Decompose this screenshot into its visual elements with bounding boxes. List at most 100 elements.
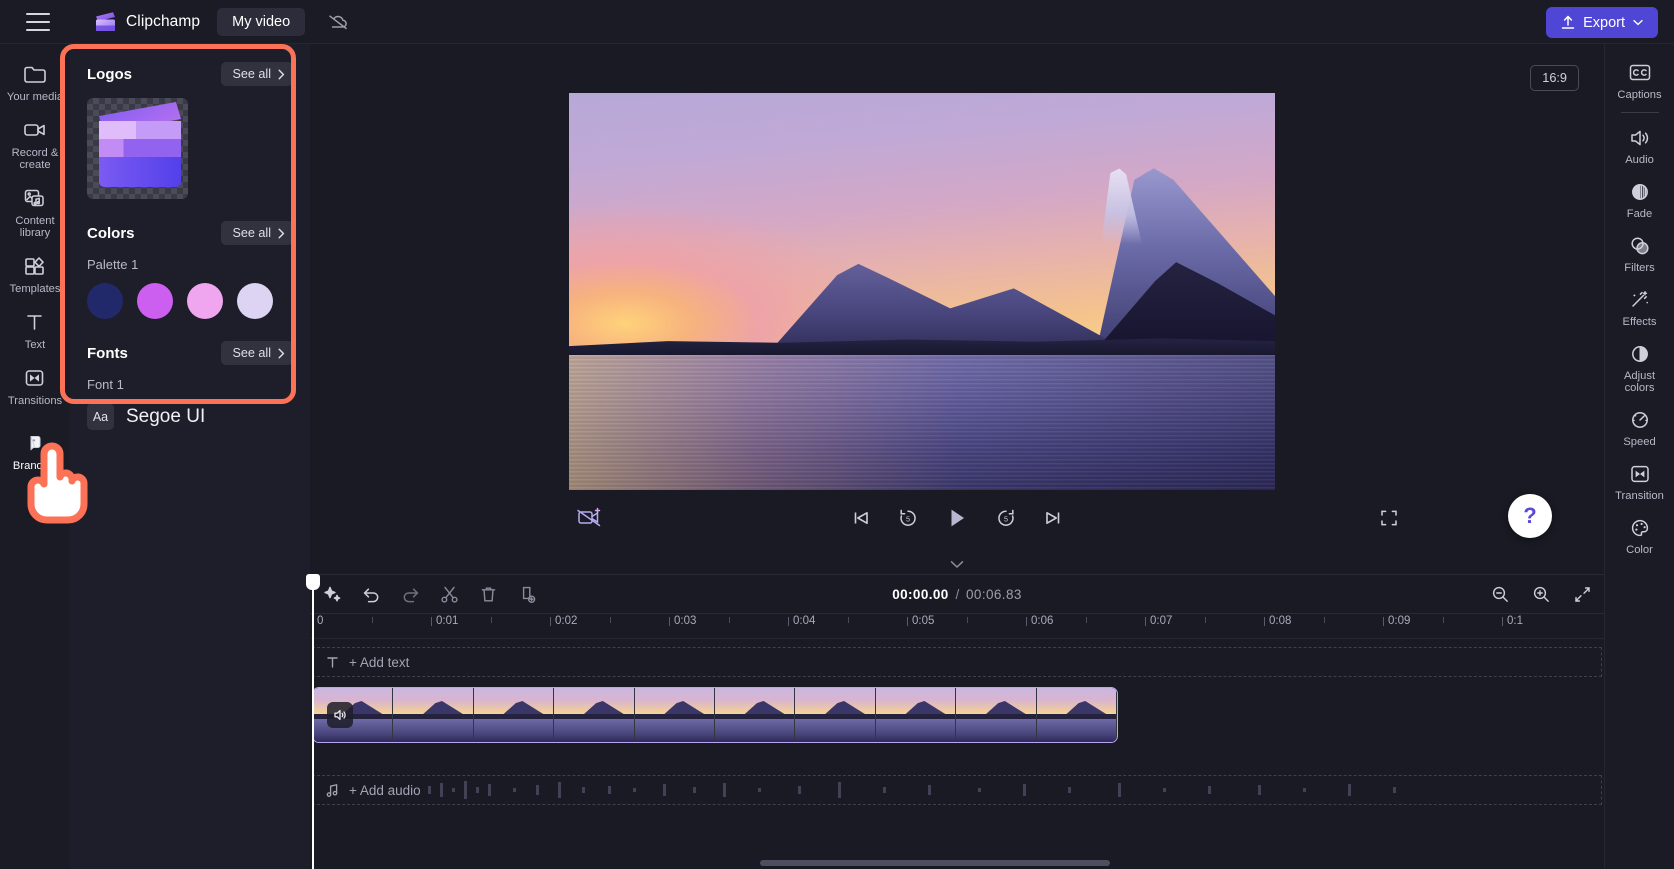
skip-to-end-button[interactable] [1043, 508, 1063, 528]
font-item[interactable]: Aa Segoe UI [87, 403, 293, 430]
svg-text:5: 5 [1004, 514, 1008, 523]
fonts-title: Fonts [87, 344, 128, 362]
folder-icon [24, 66, 46, 83]
stage-collapse-button[interactable] [950, 557, 964, 572]
ruler-tick-minor [490, 617, 492, 623]
sidebar-item-your-media[interactable]: Your media [2, 54, 68, 110]
video-preview[interactable] [569, 93, 1275, 490]
forward-5-button[interactable]: 5 [995, 507, 1017, 529]
tick-mark [609, 617, 611, 623]
duplicate-button[interactable] [518, 585, 537, 604]
ruler-tick: 0:06 [1026, 615, 1053, 627]
tick-mark [1145, 617, 1146, 626]
colors-section-header: Colors See all [87, 221, 293, 245]
aspect-ratio-button[interactable]: 16:9 [1530, 65, 1579, 91]
tick-mark [490, 617, 492, 623]
help-button[interactable]: ? [1508, 494, 1552, 538]
transition-icon [1630, 465, 1649, 483]
video-clip[interactable] [312, 687, 1118, 743]
tick-mark [1264, 617, 1265, 626]
sidebar-item-label: Content library [15, 215, 55, 239]
delete-button[interactable] [479, 585, 498, 604]
transport-controls: 5 5 [310, 488, 1604, 548]
color-swatch[interactable] [87, 283, 123, 319]
skip-to-start-button[interactable] [851, 508, 871, 528]
sidebar-item-transitions[interactable]: Transitions [2, 358, 68, 414]
sidebar-item-text[interactable]: Text [2, 302, 68, 358]
tick-label: 0:04 [793, 615, 816, 627]
brand-kit-panel: Logos See all Colors See all Palette 1 F… [70, 44, 310, 869]
tick-mark [1383, 617, 1384, 626]
property-item-effects[interactable]: Effects [1607, 281, 1673, 335]
split-button[interactable] [440, 585, 459, 604]
property-item-captions[interactable]: Captions [1607, 54, 1673, 108]
ruler-tick: 0:07 [1145, 615, 1172, 627]
tick-mark [550, 617, 551, 626]
property-item-label: Transition [1615, 490, 1664, 502]
ruler-tick: 0:09 [1383, 615, 1410, 627]
clip-thumbnail-frame [795, 688, 876, 742]
ruler-tick-minor [1085, 617, 1087, 623]
logo-thumbnail[interactable] [87, 98, 188, 199]
property-item-filters[interactable]: Filters [1607, 227, 1673, 281]
redo-button[interactable] [401, 585, 420, 604]
timeline-scrollbar[interactable] [760, 860, 1110, 866]
undo-button[interactable] [362, 585, 381, 604]
font-label: Font 1 [87, 377, 124, 392]
timeline: 00:00.00 / 00:06.83 0 0:01 0:02 0:03 0:0… [306, 574, 1604, 869]
logos-see-all-button[interactable]: See all [221, 62, 293, 86]
cloud-off-icon[interactable] [327, 13, 349, 31]
export-button[interactable]: Export [1546, 7, 1658, 38]
color-swatch[interactable] [187, 283, 223, 319]
project-tab[interactable]: My video [217, 7, 306, 36]
property-item-color[interactable]: Color [1607, 509, 1673, 563]
fade-icon [1631, 184, 1648, 200]
preview-stage: 16:9 5 5 ? [310, 44, 1604, 574]
clip-thumbnail-frame [634, 688, 716, 742]
sidebar-item-record-create[interactable]: Record & create [2, 110, 68, 178]
tick-label: 0:03 [674, 615, 697, 627]
sidebar-item-templates[interactable]: Templates [2, 246, 68, 302]
color-swatch-list [87, 283, 293, 319]
sidebar-item-content-library[interactable]: Content library [2, 178, 68, 246]
tick-label: 0:01 [436, 615, 459, 627]
property-item-adjust-colors[interactable]: Adjust colors [1607, 335, 1673, 401]
add-audio-track[interactable]: + Add audio [312, 775, 1602, 805]
rewind-5-button[interactable]: 5 [897, 507, 919, 529]
tick-mark [669, 617, 670, 626]
text-icon [27, 315, 42, 330]
clip-thumbnail-frame [715, 688, 796, 742]
ruler-tick-minor [609, 617, 611, 623]
property-item-fade[interactable]: Fade [1607, 173, 1673, 227]
fullscreen-control[interactable] [1379, 488, 1399, 548]
ruler-tick: 0:02 [550, 615, 577, 627]
colors-see-all-button[interactable]: See all [221, 221, 293, 245]
brand-name: Clipchamp [126, 12, 201, 30]
fonts-see-all-button[interactable]: See all [221, 341, 293, 365]
contrast-icon [1631, 346, 1648, 362]
add-audio-label: + Add audio [349, 782, 421, 798]
property-item-transition[interactable]: Transition [1607, 455, 1673, 509]
duplicate-icon [522, 586, 536, 603]
play-button[interactable] [945, 506, 969, 530]
fit-to-screen-button[interactable] [1573, 585, 1592, 604]
property-item-audio[interactable]: Audio [1607, 119, 1673, 173]
clip-thumbnail-frame [1036, 688, 1117, 742]
add-text-track[interactable]: + Add text [312, 647, 1602, 677]
ruler-tick-minor [966, 617, 968, 623]
timeline-ruler[interactable]: 0 0:01 0:02 0:03 0:04 0:05 0:06 0:07 0:08 0:09 0:1 [310, 613, 1604, 639]
property-item-label: Speed [1623, 436, 1656, 448]
sidebar-item-label: Templates [9, 283, 61, 295]
color-swatch[interactable] [137, 283, 173, 319]
sidebar-item-label: Record & create [11, 147, 59, 171]
property-item-speed[interactable]: Speed [1607, 401, 1673, 455]
hamburger-icon[interactable] [26, 12, 50, 31]
total-time: 00:06.83 [966, 586, 1022, 602]
clip-mute-button[interactable] [327, 702, 353, 728]
music-note-icon [326, 783, 338, 797]
color-swatch[interactable] [237, 283, 273, 319]
sidebar-item-brand-kit[interactable]: Brand kit [2, 423, 68, 479]
zoom-in-button[interactable] [1532, 585, 1551, 604]
auto-compose-button[interactable] [323, 585, 342, 604]
zoom-out-button[interactable] [1491, 585, 1510, 604]
